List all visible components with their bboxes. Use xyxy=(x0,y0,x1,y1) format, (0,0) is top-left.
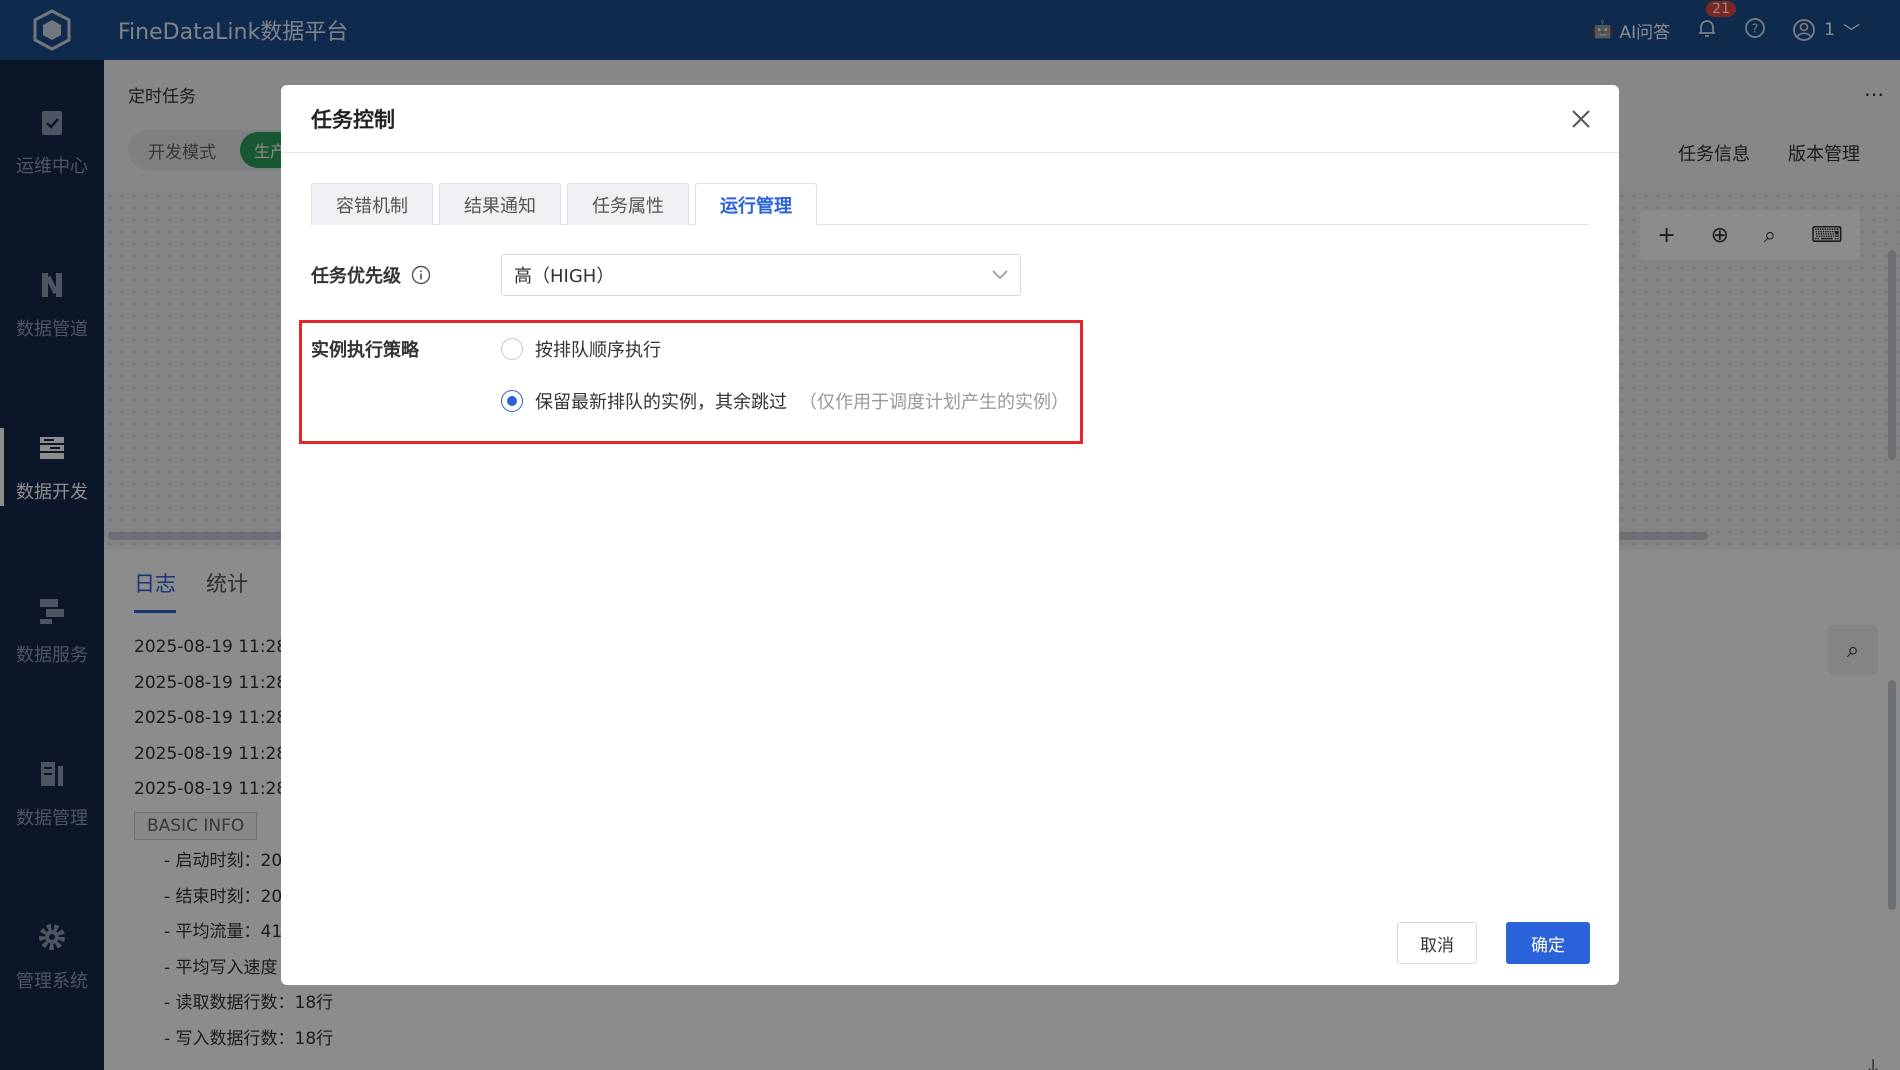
dialog-tabs: 容错机制 结果通知 任务属性 运行管理 xyxy=(311,183,1589,226)
priority-select[interactable]: 高（HIGH） xyxy=(501,254,1021,296)
dialog-header: 任务控制 xyxy=(281,85,1619,153)
strategy-row: 实例执行策略 按排队顺序执行 xyxy=(311,336,661,362)
tab-task-attributes[interactable]: 任务属性 xyxy=(567,183,689,225)
radio-button-checked[interactable] xyxy=(501,390,523,412)
radio-hint: （仅作用于调度计划产生的实例） xyxy=(799,392,1069,413)
info-icon[interactable] xyxy=(411,265,431,285)
confirm-button[interactable]: 确定 xyxy=(1506,922,1590,964)
strategy-label: 实例执行策略 xyxy=(311,340,419,361)
priority-value: 高（HIGH） xyxy=(514,266,615,287)
radio-label: 按排队顺序执行 xyxy=(535,340,661,361)
tab-result-notify[interactable]: 结果通知 xyxy=(439,183,561,225)
strategy-row-2: 保留最新排队的实例，其余跳过 （仅作用于调度计划产生的实例） xyxy=(501,388,1069,414)
cancel-button[interactable]: 取消 xyxy=(1397,922,1477,964)
dialog-title: 任务控制 xyxy=(311,107,395,132)
priority-label-wrap: 任务优先级 xyxy=(311,262,501,288)
priority-row: 任务优先级 高（HIGH） xyxy=(311,254,1021,296)
task-control-dialog: 任务控制 容错机制 结果通知 任务属性 运行管理 任务优先级 高（HIGH） 实… xyxy=(281,85,1619,985)
close-icon[interactable] xyxy=(1567,105,1595,133)
radio-button[interactable] xyxy=(501,338,523,360)
radio-label: 保留最新排队的实例，其余跳过 xyxy=(535,392,787,413)
radio-option-queue[interactable]: 按排队顺序执行 xyxy=(501,336,661,362)
radio-option-keep-latest[interactable]: 保留最新排队的实例，其余跳过 （仅作用于调度计划产生的实例） xyxy=(501,388,1069,414)
tab-fault-tolerance[interactable]: 容错机制 xyxy=(311,183,433,225)
priority-label: 任务优先级 xyxy=(311,266,401,287)
tab-run-management[interactable]: 运行管理 xyxy=(695,183,817,226)
chevron-down-icon xyxy=(992,270,1008,279)
